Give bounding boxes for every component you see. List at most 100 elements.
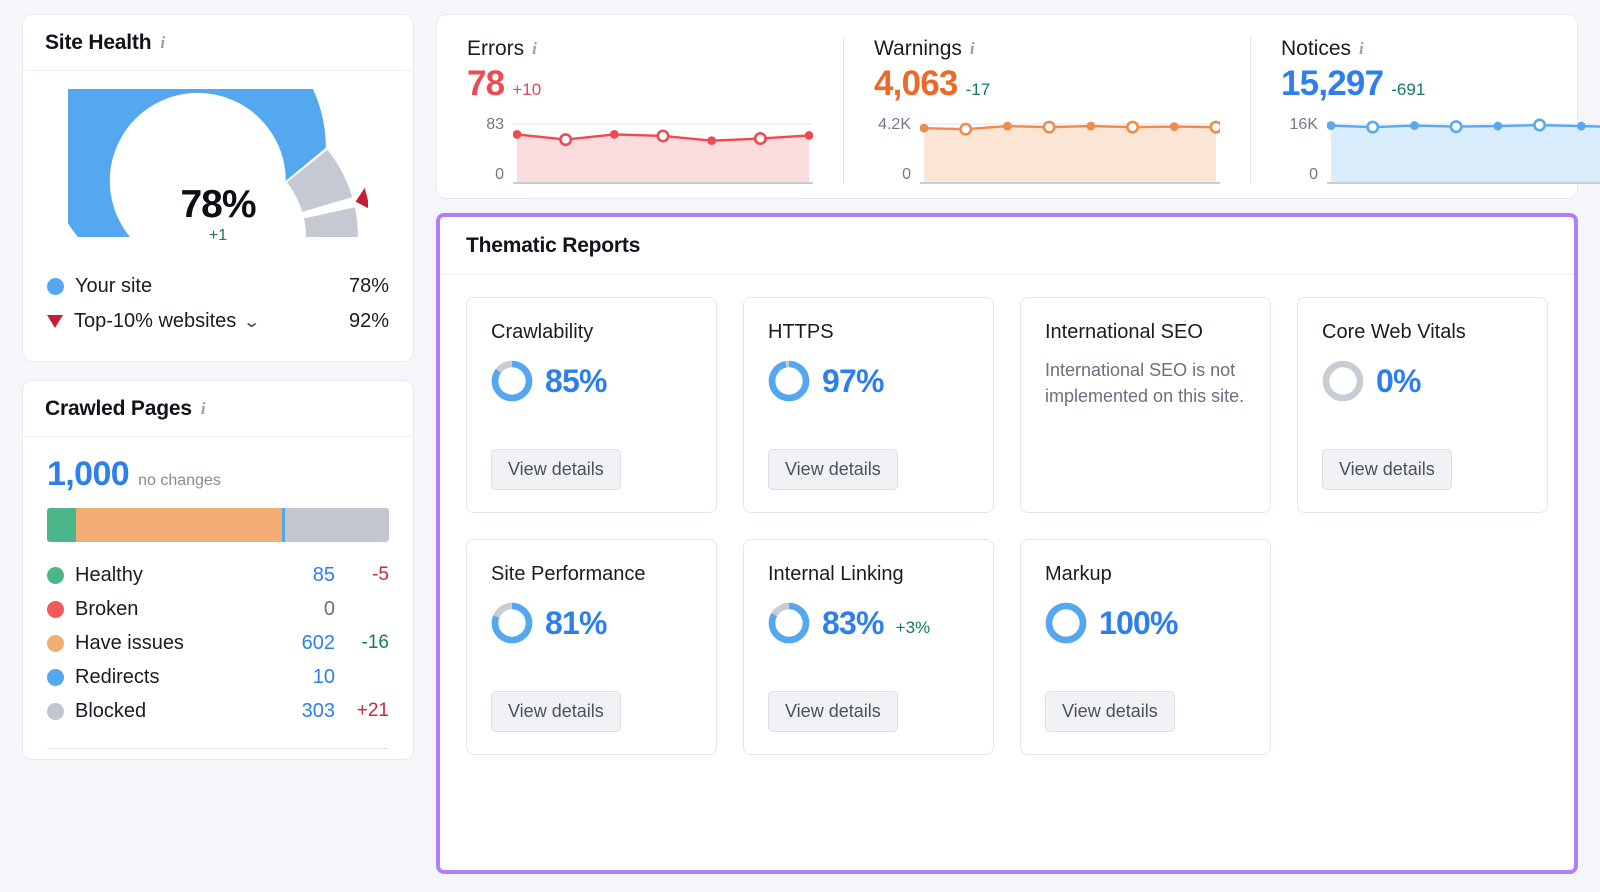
thematic-card-site-performance: Site Performance 81% View details — [466, 539, 717, 755]
sparkline-axis: 16K 0 — [1281, 116, 1327, 184]
thematic-card-markup: Markup 100% View details — [1020, 539, 1271, 755]
legend-label-text: Top-10% websites — [74, 310, 237, 332]
thematic-card-metric: 97% — [768, 360, 969, 402]
info-icon[interactable]: i — [970, 39, 975, 59]
status-dot-icon — [47, 702, 64, 720]
sparkline-axis: 4.2K 0 — [874, 116, 920, 184]
thematic-card-title: Markup — [1045, 563, 1112, 585]
crawled-pages-row[interactable]: Redirects 10 — [47, 660, 389, 694]
stat-header: Warnings i — [874, 37, 1220, 61]
bar-segment-have-issues — [76, 508, 282, 542]
progress-ring-icon — [1322, 360, 1364, 402]
row-label: Healthy — [75, 563, 143, 586]
thematic-card-percent: 81% — [545, 604, 607, 641]
crawled-pages-row[interactable]: Healthy 85 -5 — [47, 558, 389, 592]
thematic-card-international-seo: International SEO International SEO is no… — [1020, 297, 1271, 513]
view-details-button[interactable]: View details — [768, 449, 898, 490]
crawled-pages-stacked-bar — [47, 508, 389, 542]
thematic-card-percent: 97% — [822, 362, 884, 399]
stat-label: Notices — [1281, 37, 1352, 60]
right-column: Errors i 78 +10 83 0 Warnings i 4,063 -1… — [436, 14, 1600, 892]
crawled-pages-row[interactable]: Broken 0 — [47, 592, 389, 626]
info-icon[interactable]: i — [1359, 39, 1364, 59]
thematic-card-core-web-vitals: Core Web Vitals 0% View details — [1297, 297, 1548, 513]
thematic-card-metric: 100% — [1045, 602, 1246, 644]
crawled-pages-legend-list: Healthy 85 -5 Broken 0 Have issues 602 -16 Redir… — [47, 558, 389, 728]
issues-summary-card: Errors i 78 +10 83 0 Warnings i 4,063 -1… — [436, 14, 1600, 199]
bar-segment-healthy — [47, 508, 77, 542]
site-health-title: Site Health — [45, 31, 152, 54]
crawled-pages-title: Crawled Pages — [45, 397, 192, 420]
row-change: -5 — [372, 564, 389, 585]
crawled-pages-card: Crawled Pages i 1,000 no changes Healthy… — [22, 380, 414, 760]
thematic-card-title: Site Performance — [491, 563, 646, 585]
sparkline-svg — [1327, 118, 1600, 184]
sparkline-svg — [920, 120, 1220, 184]
view-details-button[interactable]: View details — [768, 691, 898, 732]
legend-row-top10[interactable]: Top-10% websites ⌄ 92% — [47, 304, 389, 339]
legend-label: Top-10% websites ⌄ — [74, 310, 349, 333]
thematic-card-delta: +3% — [895, 618, 931, 637]
view-details-button[interactable]: View details — [491, 449, 621, 490]
row-change: -16 — [361, 632, 389, 653]
status-dot-icon — [47, 566, 64, 584]
info-icon[interactable]: i — [160, 33, 165, 53]
progress-ring-icon — [768, 360, 810, 402]
thematic-card-title: HTTPS — [768, 321, 834, 343]
view-details-button[interactable]: View details — [1045, 691, 1175, 732]
site-health-legend: Your site 78% Top-10% websites ⌄ 92% — [47, 269, 389, 339]
issues-stats-strip: Errors i 78 +10 83 0 Warnings i 4,063 -1… — [437, 15, 1600, 198]
legend-value: 92% — [348, 310, 389, 332]
status-dot-icon — [47, 600, 64, 618]
progress-ring-icon — [768, 602, 810, 644]
view-details-button[interactable]: View details — [1322, 449, 1452, 490]
legend-label: Your site — [75, 275, 153, 297]
progress-ring-icon — [491, 360, 533, 402]
axis-max: 83 — [486, 116, 504, 133]
stat-change: +10 — [512, 80, 542, 99]
red-triangle-down-icon — [47, 315, 63, 328]
chevron-down-icon[interactable]: ⌄ — [243, 312, 261, 332]
gauge-delta: +1 — [208, 227, 228, 244]
stat-value-row: 78 +10 — [467, 64, 813, 104]
blue-dot-icon — [47, 278, 64, 295]
gauge-score: 78% — [180, 183, 256, 226]
stat-label: Warnings — [874, 37, 962, 60]
stat-header: Errors i — [467, 37, 813, 61]
axis-min: 0 — [1309, 166, 1318, 183]
thematic-reports-header: Thematic Reports — [440, 217, 1574, 275]
stat-value: 15,297 — [1281, 64, 1384, 103]
stat-label: Errors — [467, 37, 525, 60]
crawled-pages-row[interactable]: Have issues 602 -16 — [47, 626, 389, 660]
thematic-card-percent: 83% — [822, 604, 884, 641]
axis-min: 0 — [902, 166, 911, 183]
site-health-gauge: 78% +1 — [45, 7, 371, 247]
info-icon[interactable]: i — [201, 399, 206, 419]
legend-value: 78% — [348, 275, 389, 297]
row-label: Redirects — [75, 665, 160, 688]
stat-sparkline: 83 0 — [467, 116, 813, 184]
progress-ring-icon — [1045, 602, 1087, 644]
crawled-pages-row[interactable]: Blocked 303 +21 — [47, 694, 389, 728]
row-count: 10 — [312, 665, 335, 688]
status-dot-icon — [47, 668, 64, 686]
thematic-card-metric: 83% +3% — [768, 602, 969, 644]
view-details-button[interactable]: View details — [491, 691, 621, 732]
info-icon[interactable]: i — [532, 39, 537, 59]
thematic-card-percent: 85% — [545, 362, 607, 399]
thematic-card-https: HTTPS 97% View details — [743, 297, 994, 513]
stat-value-row: 4,063 -17 — [874, 64, 1220, 104]
stat-errors: Errors i 78 +10 83 0 — [437, 37, 843, 184]
thematic-card-title: Core Web Vitals — [1322, 321, 1466, 343]
site-health-header: Site Health i — [23, 15, 413, 71]
legend-row-your-site: Your site 78% — [47, 269, 389, 304]
stat-notices: Notices i 15,297 -691 16K 0 — [1250, 37, 1600, 184]
thematic-card-percent: 100% — [1099, 604, 1178, 641]
crawled-pages-count: 1,000 — [47, 455, 130, 493]
thematic-card-percent: 0% — [1376, 362, 1421, 399]
stat-header: Notices i — [1281, 37, 1600, 61]
